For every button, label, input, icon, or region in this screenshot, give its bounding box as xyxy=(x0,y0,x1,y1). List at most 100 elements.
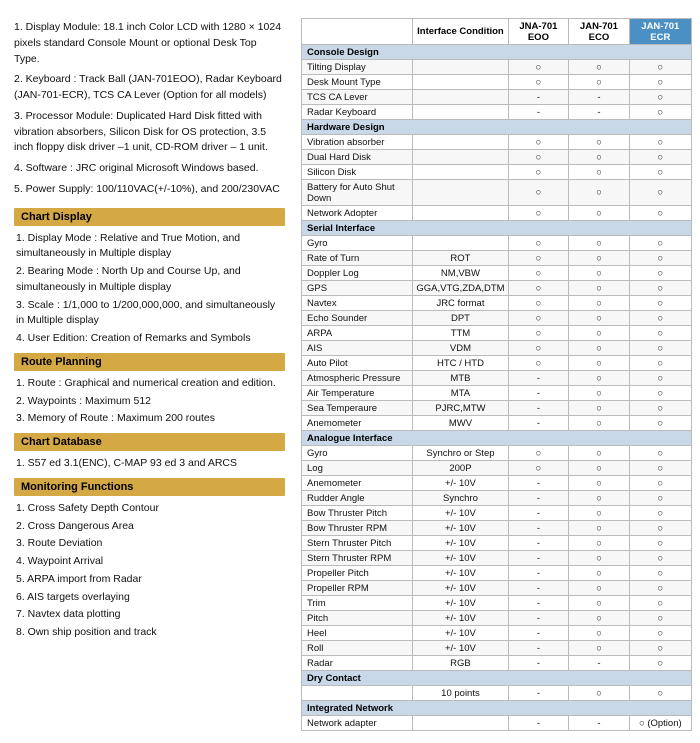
row-ecr: ○ xyxy=(629,641,691,656)
table-row: Log200P○○○ xyxy=(302,461,692,476)
row-eoo: ○ xyxy=(508,326,569,341)
row-ecr: ○ xyxy=(629,326,691,341)
row-ecr: ○ xyxy=(629,656,691,671)
section-list: 1. Route : Graphical and numerical creat… xyxy=(14,376,285,427)
row-if-cond: DPT xyxy=(413,311,508,326)
table-row: Tilting Display○○○ xyxy=(302,60,692,75)
row-if-cond: JRC format xyxy=(413,296,508,311)
row-if-cond: RGB xyxy=(413,656,508,671)
row-eco: ○ xyxy=(569,266,629,281)
table-section-row: Analogue Interface xyxy=(302,431,692,446)
table-section-row: Dry Contact xyxy=(302,671,692,686)
row-if-cond: +/- 10V xyxy=(413,611,508,626)
row-ecr: ○ xyxy=(629,75,691,90)
list-item: 1. Cross Safety Depth Contour xyxy=(16,501,285,517)
row-eoo: ○ xyxy=(508,296,569,311)
row-eoo: ○ xyxy=(508,266,569,281)
table-row: Air TemperatureMTA-○○ xyxy=(302,386,692,401)
row-eoo: - xyxy=(508,596,569,611)
table-section-row: Hardware Design xyxy=(302,120,692,135)
row-eco: ○ xyxy=(569,416,629,431)
row-eco: ○ xyxy=(569,611,629,626)
row-ecr: ○ xyxy=(629,416,691,431)
spec-item: 5. Power Supply: 100/110VAC(+/-10%), and… xyxy=(14,182,285,198)
row-if-cond: HTC / HTD xyxy=(413,356,508,371)
row-eco: ○ xyxy=(569,135,629,150)
row-eco: ○ xyxy=(569,75,629,90)
row-if-cond: 10 points xyxy=(413,686,508,701)
row-if-cond: Synchro or Step xyxy=(413,446,508,461)
row-eoo: - xyxy=(508,476,569,491)
row-if-cond: PJRC,MTW xyxy=(413,401,508,416)
row-eco: ○ xyxy=(569,251,629,266)
row-eoo: ○ xyxy=(508,341,569,356)
row-eco: ○ xyxy=(569,206,629,221)
table-row: Trim+/- 10V-○○ xyxy=(302,596,692,611)
row-eoo: ○ xyxy=(508,75,569,90)
row-label: Stern Thruster Pitch xyxy=(302,536,413,551)
row-if-cond xyxy=(413,165,508,180)
row-eco: ○ xyxy=(569,461,629,476)
row-eoo: - xyxy=(508,551,569,566)
row-label: Roll xyxy=(302,641,413,656)
row-eoo: ○ xyxy=(508,206,569,221)
row-ecr: ○ xyxy=(629,311,691,326)
row-eco: ○ xyxy=(569,236,629,251)
spec-table: Interface Condition JNA-701 EOO JAN-701 … xyxy=(301,18,692,731)
row-eoo: - xyxy=(508,521,569,536)
row-eco: ○ xyxy=(569,386,629,401)
col-header-eco: JAN-701 ECO xyxy=(569,19,629,45)
row-eoo: ○ xyxy=(508,356,569,371)
row-ecr: ○ xyxy=(629,551,691,566)
row-eco: ○ xyxy=(569,686,629,701)
row-if-cond: MTB xyxy=(413,371,508,386)
row-ecr: ○ xyxy=(629,281,691,296)
row-if-cond: +/- 10V xyxy=(413,641,508,656)
row-label: Bow Thruster RPM xyxy=(302,521,413,536)
row-eoo: - xyxy=(508,506,569,521)
row-label: Sea Temperaure xyxy=(302,401,413,416)
row-label: Navtex xyxy=(302,296,413,311)
row-label: Pitch xyxy=(302,611,413,626)
row-if-cond: +/- 10V xyxy=(413,566,508,581)
row-ecr: ○ xyxy=(629,135,691,150)
row-eco: ○ xyxy=(569,566,629,581)
row-eco: ○ xyxy=(569,356,629,371)
row-eoo: - xyxy=(508,371,569,386)
table-row: Network adapter--○ (Option) xyxy=(302,716,692,731)
row-label: Auto Pilot xyxy=(302,356,413,371)
col-header-ecr: JAN-701 ECR xyxy=(629,19,691,45)
row-ecr: ○ xyxy=(629,386,691,401)
col-header-if: Interface Condition xyxy=(413,19,508,45)
row-if-cond xyxy=(413,206,508,221)
row-eco: ○ xyxy=(569,536,629,551)
table-row: Echo SounderDPT○○○ xyxy=(302,311,692,326)
table-row: Atmospheric PressureMTB-○○ xyxy=(302,371,692,386)
row-ecr: ○ xyxy=(629,401,691,416)
row-if-cond xyxy=(413,90,508,105)
row-ecr: ○ xyxy=(629,611,691,626)
row-label: Air Temperature xyxy=(302,386,413,401)
row-eoo: - xyxy=(508,656,569,671)
table-row: Vibration absorber○○○ xyxy=(302,135,692,150)
row-ecr: ○ xyxy=(629,90,691,105)
table-row: 10 points-○○ xyxy=(302,686,692,701)
row-eoo: ○ xyxy=(508,165,569,180)
section-header: Chart Database xyxy=(14,433,285,451)
list-item: 7. Navtex data plotting xyxy=(16,607,285,623)
table-row: Roll+/- 10V-○○ xyxy=(302,641,692,656)
table-row: GPSGGA,VTG,ZDA,DTM○○○ xyxy=(302,281,692,296)
table-row: NavtexJRC format○○○ xyxy=(302,296,692,311)
table-row: Silicon Disk○○○ xyxy=(302,165,692,180)
row-if-cond: ROT xyxy=(413,251,508,266)
row-eoo: - xyxy=(508,386,569,401)
row-ecr: ○ xyxy=(629,105,691,120)
row-ecr: ○ xyxy=(629,626,691,641)
row-label: Anemometer xyxy=(302,416,413,431)
row-ecr: ○ xyxy=(629,581,691,596)
row-eco: - xyxy=(569,656,629,671)
table-row: Radar Keyboard--○ xyxy=(302,105,692,120)
row-eco: ○ xyxy=(569,371,629,386)
list-item: 8. Own ship position and track xyxy=(16,625,285,641)
row-if-cond: +/- 10V xyxy=(413,581,508,596)
